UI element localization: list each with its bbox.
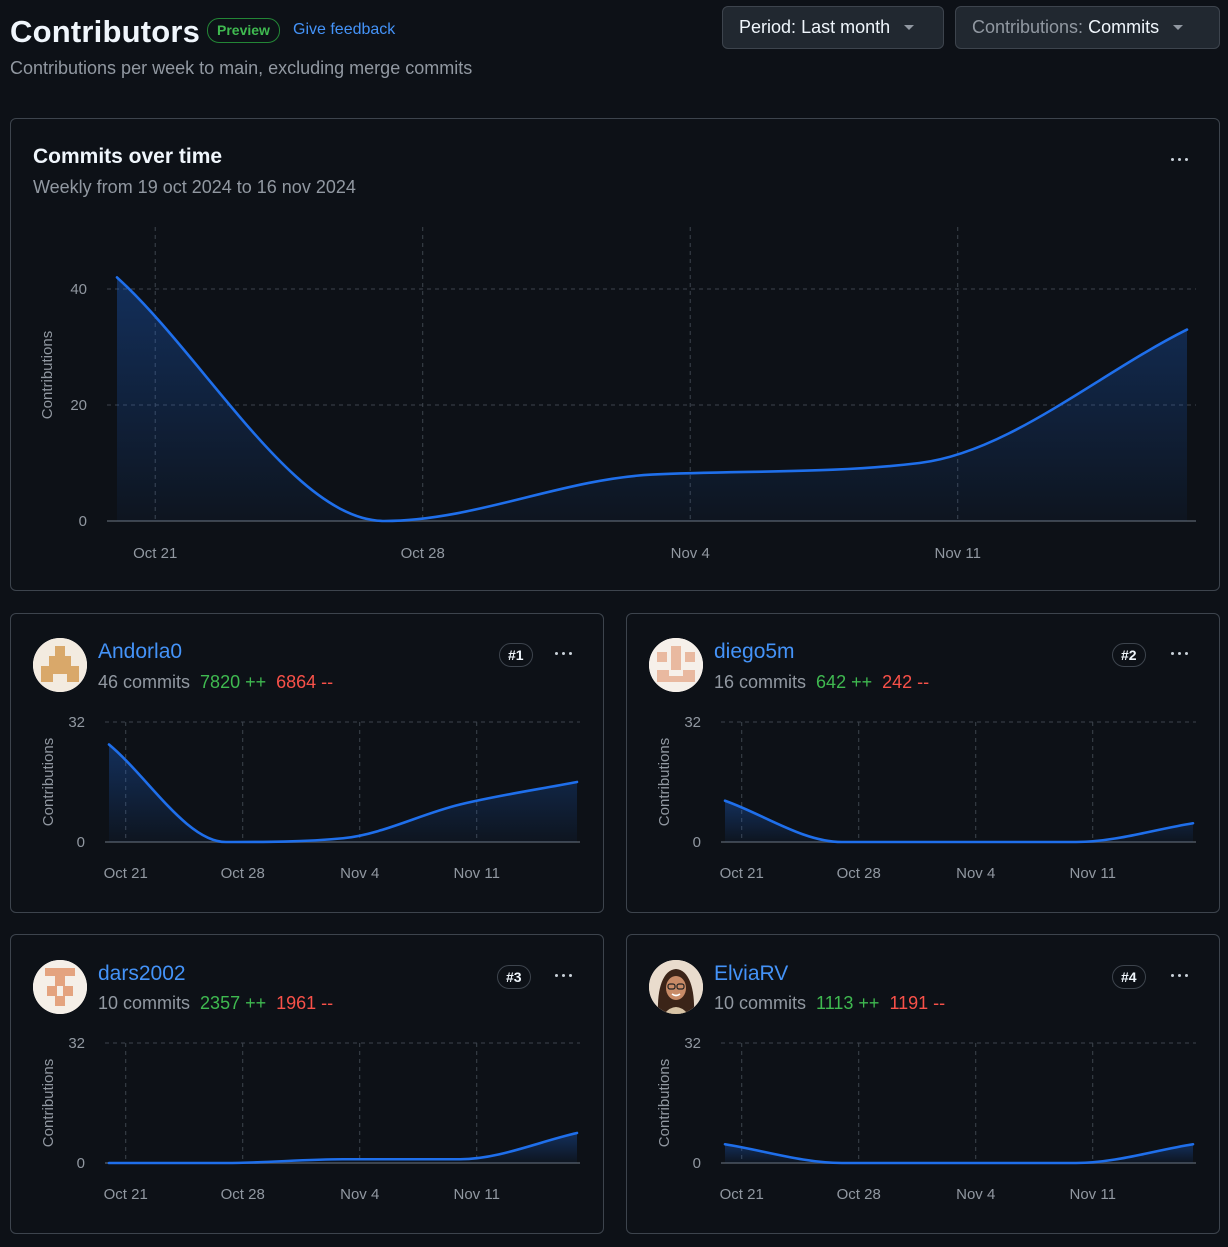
x-tick-label: Oct 28 <box>837 1186 881 1203</box>
y-axis-label: Contributions <box>656 1059 673 1147</box>
x-tick-label: Nov 11 <box>1070 1186 1116 1203</box>
x-tick-label: Nov 4 <box>956 1186 995 1203</box>
x-tick-label: Oct 21 <box>720 1186 764 1203</box>
series-area <box>725 1144 1193 1163</box>
y-tick-label: 0 <box>693 1155 701 1172</box>
contributor-chart-svg: 0 32 Oct 21 Oct 28 Nov 4 Nov 11 Contributions <box>656 1035 1196 1203</box>
y-tick-label: 32 <box>684 1035 701 1052</box>
